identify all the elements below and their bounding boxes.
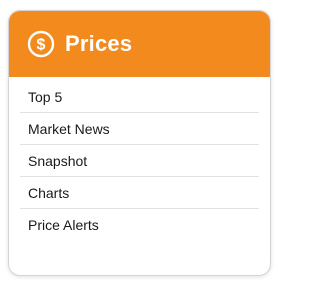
prices-card: $ Prices Top 5 Market News Snapshot Char… <box>8 10 271 276</box>
svg-text:$: $ <box>37 37 46 54</box>
menu-item-price-alerts[interactable]: Price Alerts <box>20 209 259 241</box>
header-title: Prices <box>65 31 133 56</box>
menu-item-charts[interactable]: Charts <box>20 177 259 209</box>
dollar-coin-icon: $ <box>27 30 55 58</box>
menu-item-snapshot[interactable]: Snapshot <box>20 145 259 177</box>
menu-item-market-news[interactable]: Market News <box>20 113 259 145</box>
prices-header: $ Prices <box>9 11 270 77</box>
menu-item-top-5[interactable]: Top 5 <box>20 81 259 113</box>
prices-menu: Top 5 Market News Snapshot Charts Price … <box>9 77 270 241</box>
